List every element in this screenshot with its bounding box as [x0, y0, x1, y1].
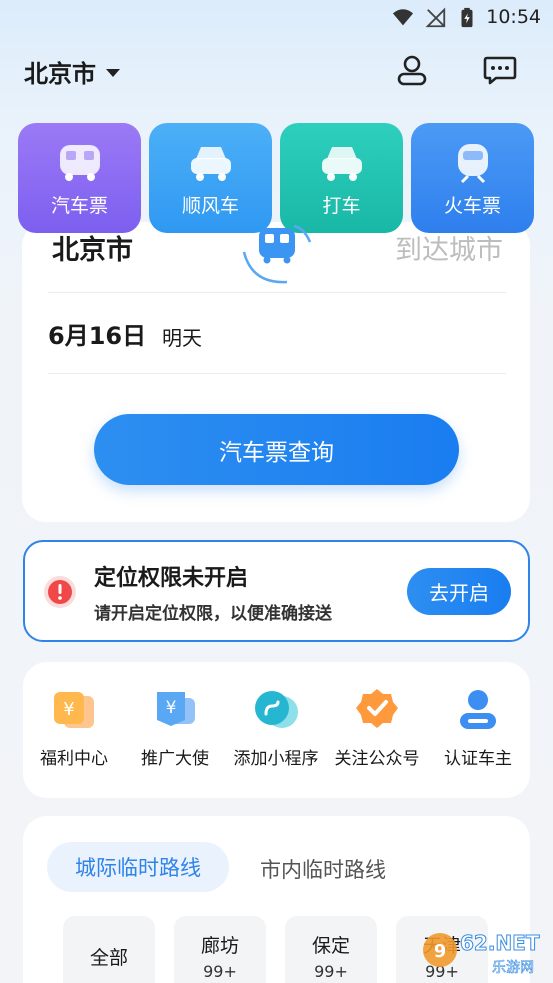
arrival-city-input[interactable]: 到达城市	[395, 228, 503, 267]
svg-text:乐游网: 乐游网	[492, 960, 534, 976]
tab-label: 火车票	[443, 195, 501, 217]
wifi-icon	[392, 9, 414, 26]
message-icon[interactable]	[482, 52, 518, 88]
welfare-icon: ¥	[54, 692, 94, 728]
taxi-icon	[321, 147, 362, 181]
enable-location-button[interactable]: 去开启	[407, 568, 511, 615]
quick-action-promoter[interactable]: ¥ 推广大使	[127, 686, 223, 769]
quick-action-label: 关注公众号	[334, 749, 420, 769]
tab-label: 顺风车	[181, 195, 239, 217]
driver-verify-icon	[460, 690, 496, 729]
swap-cities-icon[interactable]	[232, 222, 322, 292]
divider	[48, 373, 506, 374]
user-icon[interactable]	[394, 52, 430, 88]
chip-count: 99+	[314, 962, 348, 981]
official-account-icon	[356, 689, 398, 728]
chip-name: 全部	[89, 946, 128, 969]
svg-text:¥: ¥	[63, 699, 74, 720]
banner-subtitle: 请开启定位权限，以便准确接送	[94, 604, 332, 624]
watermark-logo: 9 62.NET 乐游网	[423, 931, 540, 976]
tab-intracity-routes[interactable]: 市内临时路线	[260, 854, 386, 884]
caret-down-icon	[106, 68, 120, 77]
mini-program-icon	[255, 691, 298, 728]
clock: 10:54	[486, 6, 541, 28]
tab-label: 打车	[322, 195, 361, 217]
svg-text:¥: ¥	[166, 698, 177, 718]
search-bus-ticket-button[interactable]: 汽车票查询	[94, 414, 459, 485]
status-bar: 10:54	[0, 0, 553, 36]
date-relative-label: 明天	[162, 326, 202, 350]
banner-title: 定位权限未开启	[94, 566, 249, 591]
quick-action-label: 推广大使	[141, 749, 209, 769]
chip-name: 廊坊	[200, 935, 239, 957]
quick-action-label: 福利中心	[40, 749, 108, 769]
bus-icon	[59, 145, 100, 181]
chip-count: 99+	[203, 962, 237, 981]
quick-action-welfare[interactable]: ¥ 福利中心	[26, 686, 122, 769]
svg-text:9: 9	[434, 941, 447, 962]
train-icon	[457, 144, 488, 184]
chip-name: 保定	[311, 935, 350, 957]
divider	[48, 292, 506, 293]
tab-bus-ticket[interactable]: 汽车票	[18, 123, 141, 233]
promoter-icon: ¥	[157, 692, 195, 726]
tab-intercity-routes[interactable]: 城际临时路线	[47, 842, 229, 892]
route-chip-all[interactable]: 全部	[63, 916, 155, 983]
alert-icon	[44, 576, 76, 608]
tab-train-ticket[interactable]: 火车票	[411, 123, 534, 233]
quick-action-label: 认证车主	[444, 749, 512, 769]
tab-label: 汽车票	[50, 195, 108, 217]
car-icon	[190, 147, 231, 181]
tab-taxi[interactable]: 打车	[280, 123, 403, 233]
battery-icon	[461, 7, 473, 28]
quick-action-mini-program[interactable]: 添加小程序	[228, 686, 324, 769]
city-label: 北京市	[24, 60, 96, 88]
departure-city[interactable]: 北京市	[52, 228, 133, 267]
tab-carpool[interactable]: 顺风车	[149, 123, 272, 233]
quick-action-driver-verify[interactable]: 认证车主	[430, 686, 526, 769]
departure-date[interactable]: 6月16日	[48, 316, 146, 351]
svg-text:62.NET: 62.NET	[460, 931, 540, 955]
quick-action-official-account[interactable]: 关注公众号	[329, 686, 425, 769]
route-chip[interactable]: 保定 99+	[285, 916, 377, 983]
route-chip[interactable]: 廊坊 99+	[174, 916, 266, 983]
quick-action-label: 添加小程序	[233, 749, 319, 769]
no-signal-icon	[425, 7, 446, 28]
city-selector[interactable]: 北京市	[24, 54, 120, 89]
